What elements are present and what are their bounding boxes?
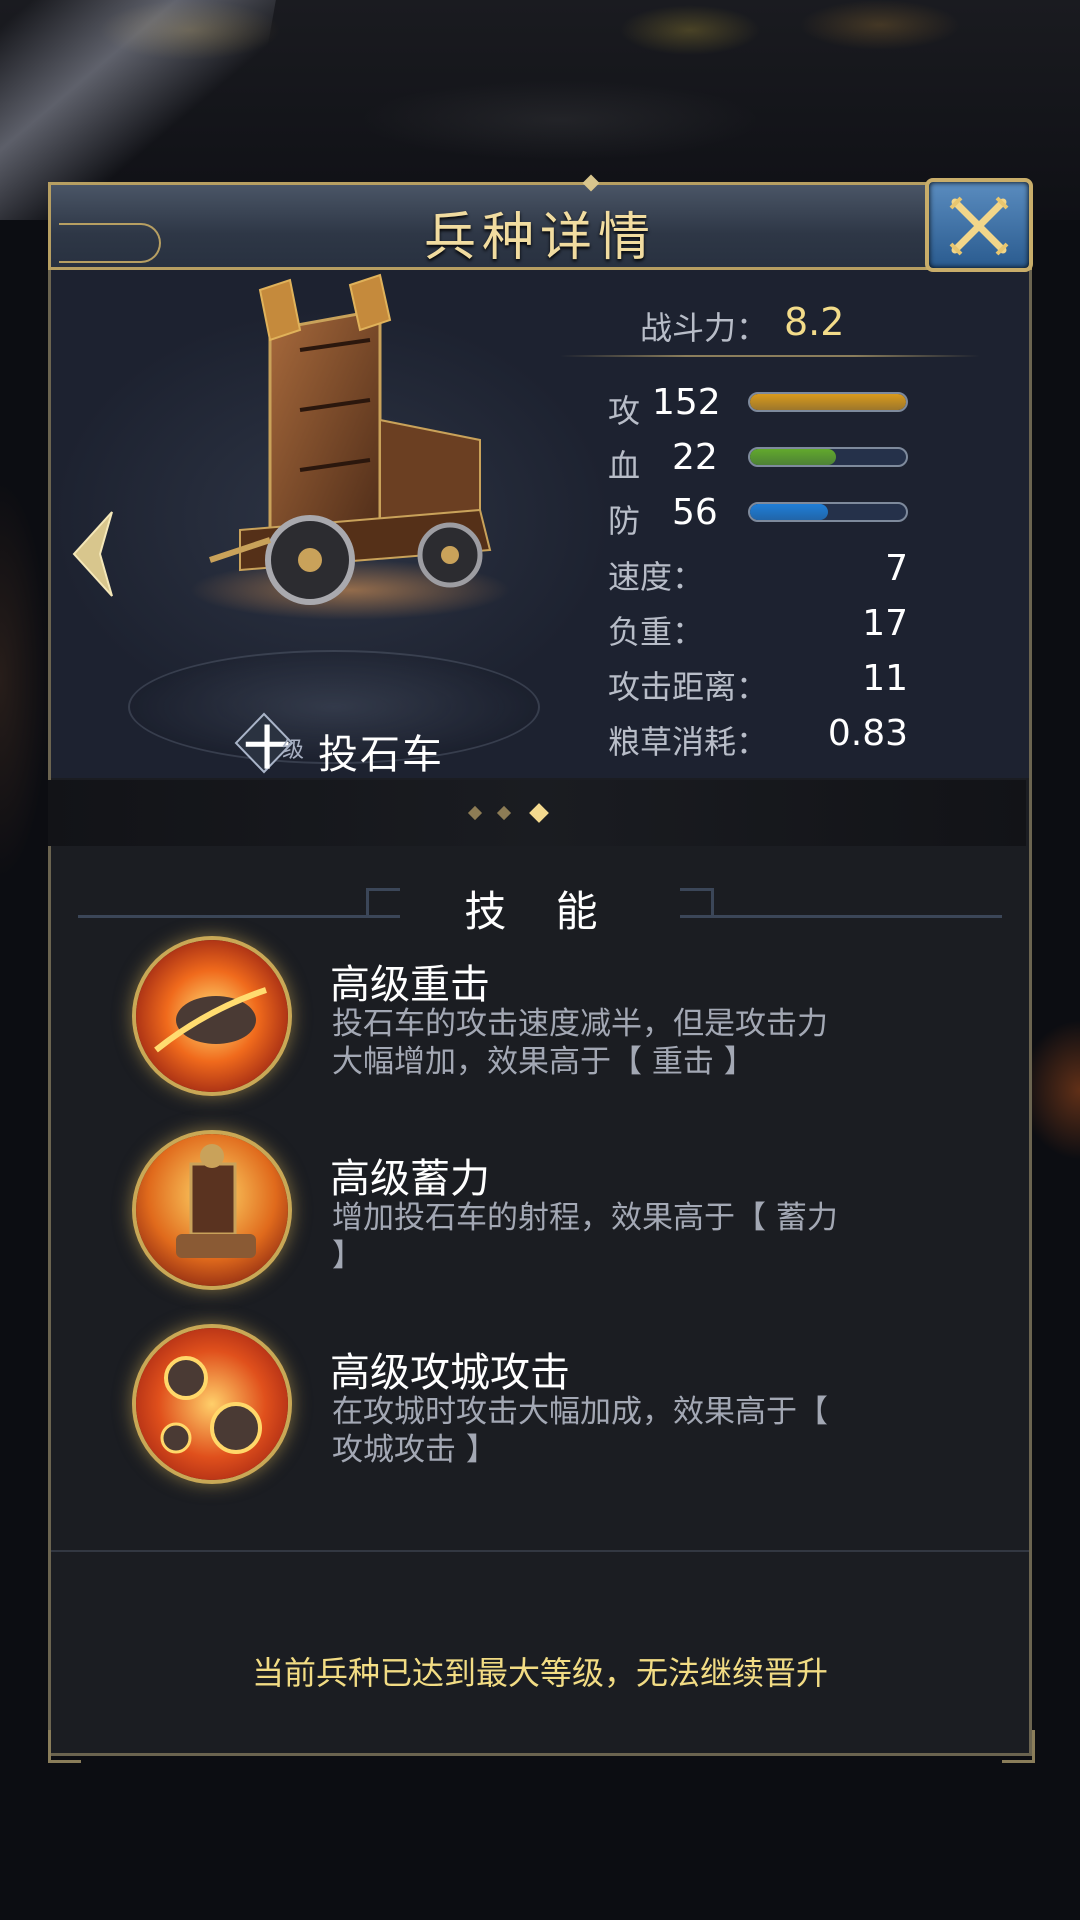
flaming-boulder-icon — [136, 940, 288, 1092]
skills-line-right — [712, 915, 1002, 918]
unit-level-suffix: 级 — [282, 738, 305, 763]
skill-1-name: 高级重击 — [330, 962, 490, 1008]
stat-defense-value: 56 — [672, 492, 718, 533]
close-button[interactable] — [925, 178, 1033, 272]
info-range-value: 11 — [862, 658, 908, 699]
stat-attack-value: 152 — [652, 382, 721, 423]
skill-2-icon[interactable] — [136, 1134, 288, 1286]
side-glow-left — [0, 480, 50, 880]
power-value: 8.2 — [784, 300, 845, 344]
stat-hp-value: 22 — [672, 437, 718, 478]
stat-defense-fill — [750, 504, 828, 520]
panel-header: 兵种详情 — [48, 174, 1032, 270]
skill-3-icon[interactable] — [136, 1328, 288, 1480]
catapult-winch-icon — [136, 1134, 288, 1286]
info-load-value: 17 — [862, 603, 908, 644]
info-speed-value: 7 — [885, 548, 908, 589]
power-divider — [560, 355, 980, 357]
stat-attack-fill — [750, 394, 906, 410]
stat-attack-bar — [748, 392, 908, 412]
skill-1-desc-line2: 大幅增加，效果高于【 重击 】 — [332, 1044, 755, 1080]
meander-right-ornament — [680, 888, 714, 918]
close-x-icon — [949, 196, 1009, 256]
stat-defense-bar — [748, 502, 908, 522]
skill-3-name: 高级攻城攻击 — [330, 1350, 570, 1396]
skill-2-name: 高级蓄力 — [330, 1156, 490, 1202]
info-food-value: 0.83 — [827, 713, 908, 754]
max-level-message: 当前兵种已达到最大等级，无法继续晋升 — [251, 1654, 828, 1692]
skill-2-desc-line2: 】 — [332, 1238, 363, 1274]
siege-catapult-image — [190, 273, 510, 620]
stat-hp-fill — [750, 449, 836, 465]
fire-projectiles-icon — [136, 1328, 288, 1480]
info-range-label: 攻击距离： — [608, 668, 769, 706]
info-load-label: 负重： — [608, 613, 705, 651]
corner-ornament-left — [48, 1730, 81, 1763]
skills-title: 技 能 — [464, 887, 616, 936]
skill-1-desc-line1: 投石车的攻击速度减半，但是攻击力 — [332, 1006, 828, 1042]
power-label: 战斗力： — [640, 309, 769, 347]
skill-2-desc-line1: 增加投石车的射程，效果高于【 蓄力 — [332, 1200, 838, 1236]
stat-attack-label: 攻 — [608, 392, 641, 430]
stat-hp-bar — [748, 447, 908, 467]
info-speed-label: 速度： — [608, 558, 705, 596]
page-title: 兵种详情 — [423, 208, 656, 268]
skill-3-desc-line2: 攻城攻击 】 — [332, 1432, 497, 1468]
skill-1-icon[interactable] — [136, 940, 288, 1092]
stat-hp-label: 血 — [608, 447, 641, 485]
skill-3-desc-line1: 在攻城时攻击大幅加成，效果高于【 — [332, 1394, 828, 1430]
info-food-label: 粮草消耗： — [608, 723, 769, 761]
unit-name: 投石车 — [318, 732, 444, 778]
footer-divider — [51, 1550, 1029, 1552]
stat-defense-label: 防 — [608, 502, 641, 540]
previous-unit-arrow-icon[interactable] — [68, 508, 118, 600]
corner-ornament-right — [1002, 1730, 1035, 1763]
